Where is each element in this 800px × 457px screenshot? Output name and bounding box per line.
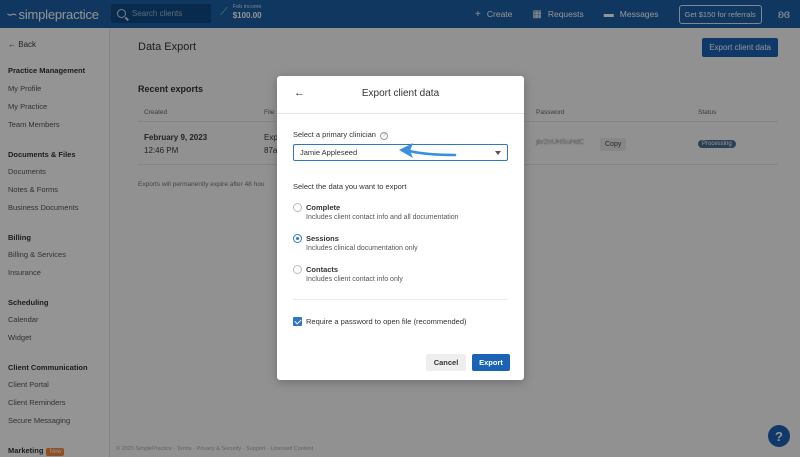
option-contacts-title: Contacts	[306, 265, 339, 274]
clinician-selected-value: Jamie Appleseed	[300, 148, 358, 157]
export-button[interactable]: Export	[472, 354, 510, 371]
modal-title: Export client data	[361, 88, 440, 99]
radio-sessions[interactable]	[293, 234, 302, 243]
help-circle-icon[interactable]: ?	[380, 132, 389, 140]
clinician-label-text: Select a primary clinician	[293, 130, 376, 139]
option-complete-desc: Includes client contact info and all doc…	[306, 214, 459, 221]
modal-header: ← Export client data	[277, 76, 524, 114]
password-checkbox[interactable]	[293, 317, 302, 326]
radio-complete[interactable]	[293, 203, 302, 212]
option-contacts-desc: Includes client contact info only	[306, 276, 403, 283]
option-sessions-title: Sessions	[306, 234, 339, 243]
export-client-data-modal: ← Export client data Select a primary cl…	[277, 76, 524, 380]
cancel-button[interactable]: Cancel	[426, 354, 466, 371]
radio-contacts[interactable]	[293, 265, 302, 274]
option-sessions-desc: Includes clinical documentation only	[306, 245, 418, 252]
option-complete-title: Complete	[306, 203, 341, 212]
chevron-down-icon	[495, 151, 501, 155]
data-label: Select the data you want to export	[293, 182, 407, 191]
annotation-arrow-icon	[399, 143, 457, 158]
divider	[293, 299, 508, 300]
clinician-label: Select a primary clinician ?	[293, 130, 389, 140]
password-checkbox-label[interactable]: Require a password to open file (recomme…	[306, 317, 467, 326]
